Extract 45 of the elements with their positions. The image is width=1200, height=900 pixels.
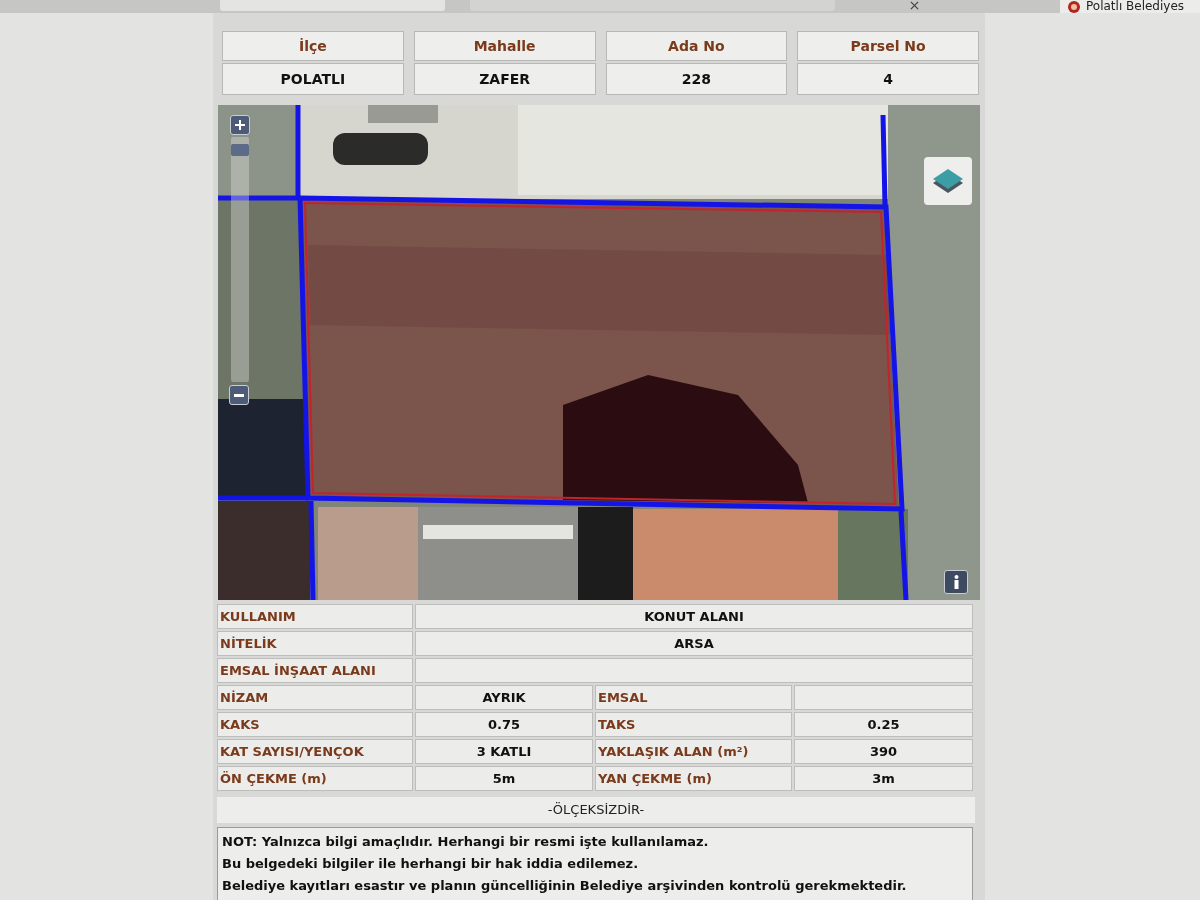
field-label: NİZAM [217, 685, 413, 710]
zoom-slider-track[interactable] [231, 137, 249, 382]
field-value: 3 KATLI [415, 739, 593, 764]
info-icon [953, 575, 959, 589]
field-value: 5m [415, 766, 593, 791]
browser-tab[interactable]: Polatlı Belediyes [1060, 0, 1200, 13]
close-icon[interactable] [910, 1, 919, 10]
header-value: POLATLI [222, 63, 404, 95]
note-line: NOT: Yalnızca bilgi amaçlıdır. Herhangi bir resmi işte kullanılamaz. [222, 833, 710, 851]
field-value: 390 [794, 739, 973, 764]
header-value: 4 [797, 63, 979, 95]
minus-icon [234, 393, 244, 397]
field-value: 3m [794, 766, 973, 791]
zoom-in-button[interactable] [230, 115, 250, 135]
scale-note: -ÖLÇEKSİZDİR- [217, 797, 975, 823]
field-label: KAKS [217, 712, 413, 737]
column-heading: Mahalle [413, 31, 596, 61]
field-value: KONUT ALANI [415, 604, 973, 629]
info-button[interactable] [944, 570, 968, 594]
field-label: NİTELİK [217, 631, 413, 656]
column-heading: Parsel No [797, 31, 979, 61]
field-label: TAKS [595, 712, 792, 737]
note-line: Belediye kayıtları esastır ve planın güncelliğinin Belediye arşivinden kontrolü gerekmektedir. [222, 877, 908, 895]
field-value: ARSA [415, 631, 973, 656]
field-label: KAT SAYISI/YENÇOK [217, 739, 413, 764]
field-label: ÖN ÇEKME (m) [217, 766, 413, 791]
column-heading: İlçe [222, 31, 404, 61]
field-value: 0.25 [794, 712, 973, 737]
field-value: 0.75 [415, 712, 593, 737]
layers-button[interactable] [924, 157, 972, 205]
field-label: YAKLAŞIK ALAN (m²) [595, 739, 792, 764]
field-label: EMSAL İNŞAAT ALANI [217, 658, 413, 683]
tab-title: Polatlı Belediyes [1086, 0, 1185, 13]
field-label: YAN ÇEKME (m) [595, 766, 792, 791]
field-label: EMSAL [595, 685, 792, 710]
note-line: Bu belgedeki bilgiler ile herhangi bir hak iddia edilemez. [222, 855, 640, 873]
column-heading: Ada No [605, 31, 788, 61]
zoom-out-button[interactable] [229, 385, 249, 405]
field-value: AYRIK [415, 685, 593, 710]
plus-icon [235, 120, 245, 130]
field-label: KULLANIM [217, 604, 413, 629]
layers-icon [931, 167, 965, 195]
header-value: ZAFER [413, 63, 596, 95]
favicon-icon [1068, 0, 1080, 13]
header-value: 228 [605, 63, 788, 95]
